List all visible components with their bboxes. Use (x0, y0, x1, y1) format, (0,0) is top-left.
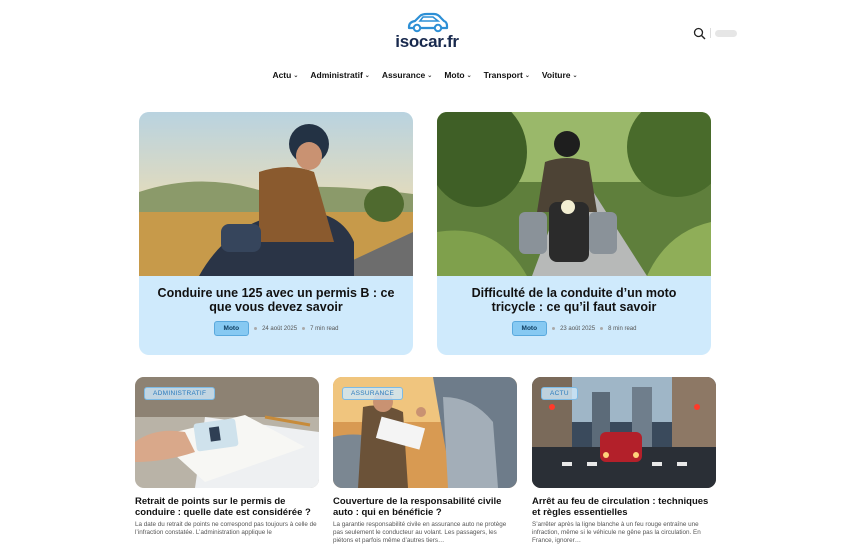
article-excerpt: La date du retrait de points ne correspo… (135, 521, 317, 536)
article-title[interactable]: Arrêt au feu de circulation : techniques… (532, 496, 716, 518)
header-divider (710, 28, 711, 38)
category-badge[interactable]: ASSURANCE (342, 387, 404, 400)
featured-title[interactable]: Difficulté de la conduite d’un moto tric… (451, 286, 697, 314)
nav-item-voiture[interactable]: Voiture ⌄ (542, 70, 578, 80)
separator-dot (600, 327, 604, 330)
article-card[interactable]: ASSURANCE Couverture de la responsabilit… (333, 377, 517, 545)
article-excerpt: La garantie responsabilité civile en ass… (333, 521, 507, 544)
article-image-traffic-light[interactable]: ACTU (532, 377, 716, 488)
chevron-down-icon: ⌄ (524, 72, 530, 79)
category-tag[interactable]: Moto (511, 321, 548, 336)
main-nav: Actu ⌄ Administratif ⌄ Assurance ⌄ Moto ⌄ Tr… (0, 70, 850, 80)
article-image-car-insurance[interactable]: ASSURANCE (333, 377, 517, 488)
separator-dot (254, 327, 258, 330)
search-icon[interactable] (693, 27, 706, 40)
featured-meta: Moto 23 août 2025 8 min read (437, 321, 711, 336)
nav-item-actu[interactable]: Actu ⌄ (272, 70, 298, 80)
read-time: 7 min read (310, 325, 339, 332)
chevron-down-icon: ⌄ (427, 72, 433, 79)
featured-card[interactable]: Conduire une 125 avec un permis B : ce q… (139, 112, 413, 355)
chevron-down-icon: ⌄ (293, 72, 299, 79)
article-card[interactable]: ADMINISTRATIF Retrait de points sur le p… (135, 377, 319, 537)
chevron-down-icon: ⌄ (466, 72, 472, 79)
chevron-down-icon: ⌄ (572, 72, 578, 79)
featured-image-motorbike-rider[interactable] (139, 112, 413, 276)
featured-title[interactable]: Conduire une 125 avec un permis B : ce q… (153, 286, 399, 314)
separator-dot (302, 327, 306, 330)
header-toggle[interactable] (715, 30, 737, 37)
featured-card[interactable]: Difficulté de la conduite d’un moto tric… (437, 112, 711, 355)
featured-meta: Moto 24 août 2025 7 min read (139, 321, 413, 336)
category-tag[interactable]: Moto (213, 321, 250, 336)
category-badge[interactable]: ADMINISTRATIF (144, 387, 216, 400)
nav-item-administratif[interactable]: Administratif ⌄ (310, 70, 369, 80)
post-date: 23 août 2025 (560, 325, 596, 332)
category-badge[interactable]: ACTU (541, 387, 578, 400)
nav-item-transport[interactable]: Transport ⌄ (484, 70, 530, 80)
article-excerpt: S’arrêter après la ligne blanche à un fe… (532, 521, 701, 544)
car-logo-icon (407, 12, 449, 33)
article-image-license-document[interactable]: ADMINISTRATIF (135, 377, 319, 488)
article-title[interactable]: Couverture de la responsabilité civile a… (333, 496, 517, 518)
article-title[interactable]: Retrait de points sur le permis de condu… (135, 496, 319, 518)
separator-dot (552, 327, 556, 330)
article-card[interactable]: ACTU Arrêt au feu de circulation : techn… (532, 377, 716, 545)
site-logo[interactable]: isocar.fr (392, 12, 462, 56)
post-date: 24 août 2025 (262, 325, 298, 332)
nav-item-moto[interactable]: Moto ⌄ (444, 70, 471, 80)
read-time: 8 min read (608, 325, 637, 332)
chevron-down-icon: ⌄ (364, 72, 370, 79)
nav-item-assurance[interactable]: Assurance ⌄ (382, 70, 433, 80)
featured-image-trike-rider[interactable] (437, 112, 711, 276)
site-logo-text: isocar.fr (395, 32, 459, 51)
